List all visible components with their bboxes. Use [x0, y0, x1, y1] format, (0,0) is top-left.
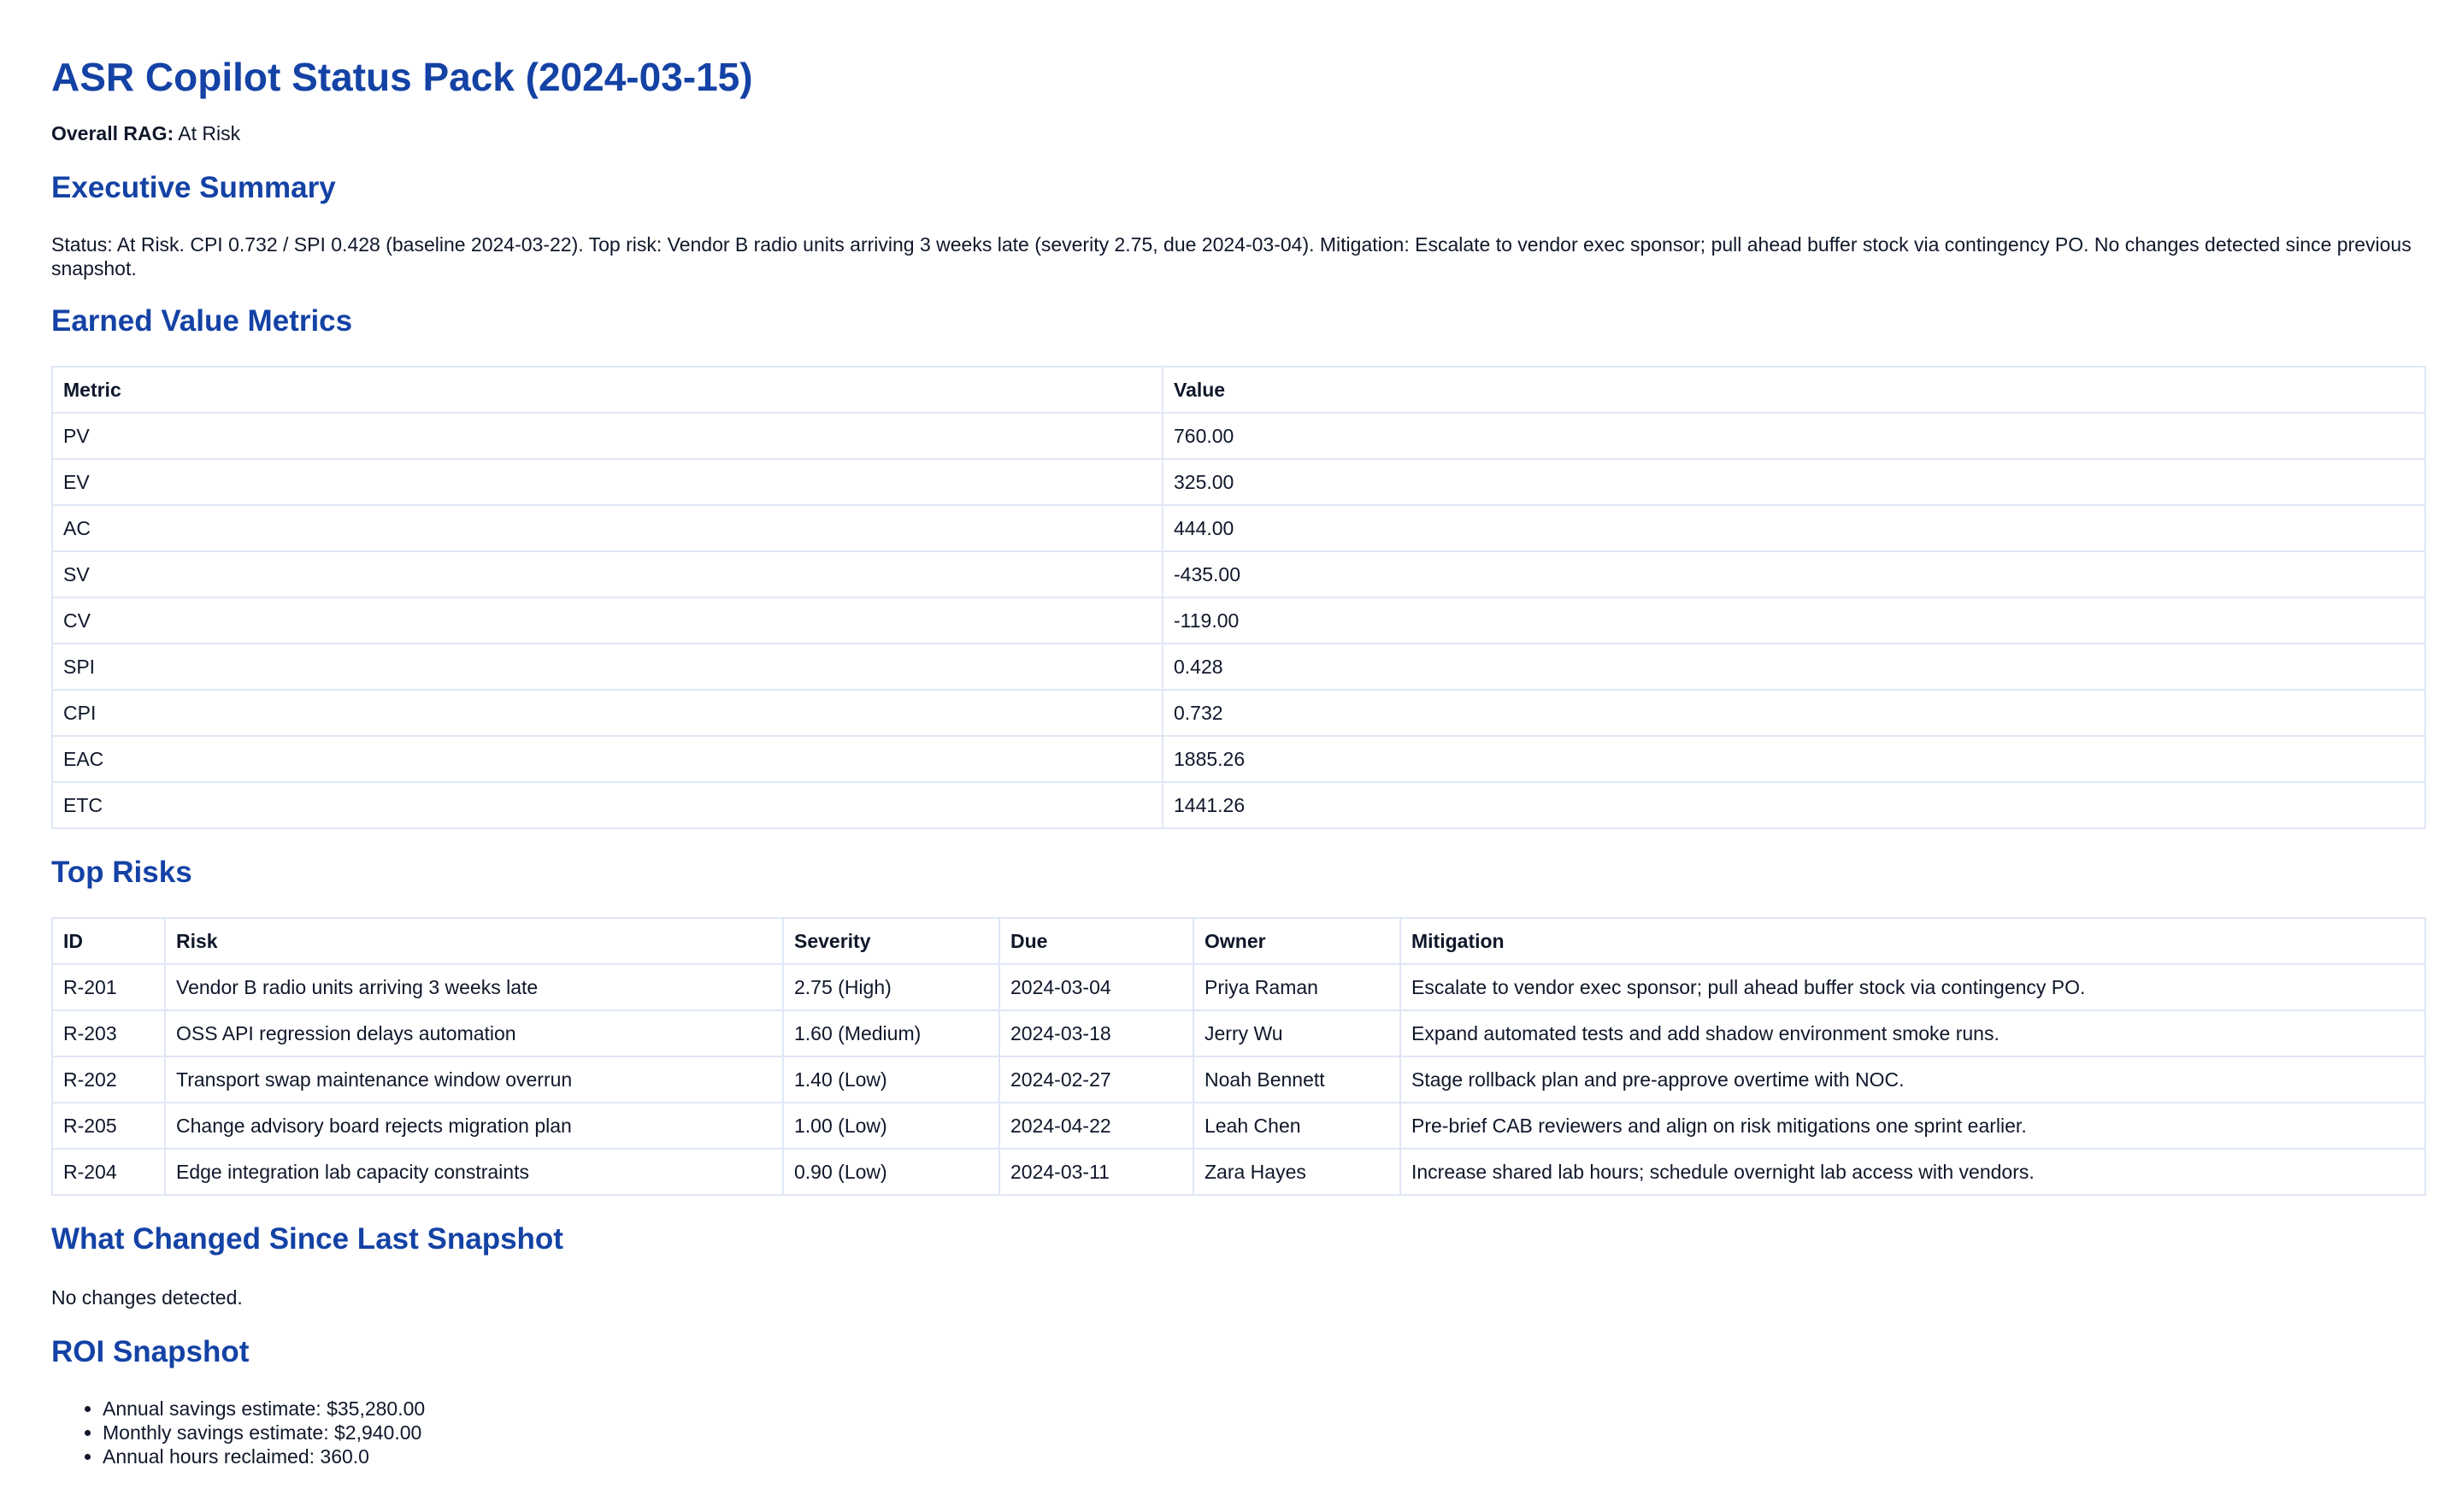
earned-value-header-row: Metric Value	[51, 366, 2426, 414]
risk-id-cell: R-205	[51, 1102, 166, 1150]
executive-summary-text: Status: At Risk. CPI 0.732 / SPI 0.428 (…	[51, 233, 2412, 279]
value-cell: 1885.26	[1162, 735, 2426, 783]
overall-rag: Overall RAG: At Risk	[51, 121, 2411, 145]
column-header: Owner	[1193, 917, 1401, 965]
value-cell: 760.00	[1162, 412, 2426, 460]
due-cell: 2024-03-11	[998, 1148, 1194, 1196]
risk-cell: OSS API regression delays automation	[164, 1009, 784, 1057]
page-title: ASR Copilot Status Pack (2024-03-15)	[51, 55, 753, 99]
status-pack-page: ASR Copilot Status Pack (2024-03-15) Ove…	[0, 0, 2462, 1512]
top-risks-table: ID Risk Severity Due Owner Mitigation R-…	[51, 917, 2426, 1196]
column-header: Metric	[51, 366, 1163, 414]
risk-id-cell: R-201	[51, 963, 166, 1011]
mitigation-cell: Stage rollback plan and pre-approve over…	[1399, 1056, 2426, 1103]
column-header: ID	[51, 917, 166, 965]
column-header: Risk	[164, 917, 784, 965]
roi-list: Annual savings estimate: $35,280.00 Mont…	[51, 1397, 2411, 1468]
metric-cell: PV	[51, 412, 1163, 460]
column-header: Due	[998, 917, 1194, 965]
list-item: Annual savings estimate: $35,280.00	[103, 1397, 2411, 1421]
risk-id-cell: R-203	[51, 1009, 166, 1057]
column-header: Severity	[782, 917, 1000, 965]
risk-cell: Vendor B radio units arriving 3 weeks la…	[164, 963, 784, 1011]
owner-cell: Priya Raman	[1193, 963, 1401, 1011]
value-cell: -119.00	[1162, 597, 2426, 644]
top-risks-header-row: ID Risk Severity Due Owner Mitigation	[51, 917, 2426, 965]
table-row: EV 325.00	[51, 458, 2426, 506]
table-row: SPI 0.428	[51, 643, 2426, 691]
table-row: SV -435.00	[51, 550, 2426, 598]
table-row: PV 760.00	[51, 412, 2426, 460]
column-header: Mitigation	[1399, 917, 2426, 965]
earned-value-table: Metric Value PV 760.00 EV 325.00 AC 444.00 …	[51, 366, 2426, 829]
owner-cell: Noah Bennett	[1193, 1056, 1401, 1103]
owner-cell: Jerry Wu	[1193, 1009, 1401, 1057]
due-cell: 2024-04-22	[998, 1102, 1194, 1150]
table-row: EAC 1885.26	[51, 735, 2426, 783]
table-row: CPI 0.732	[51, 689, 2426, 737]
metric-cell: ETC	[51, 781, 1163, 829]
overall-rag-value: At Risk	[178, 122, 241, 144]
risk-cell: Transport swap maintenance window overru…	[164, 1056, 784, 1103]
severity-cell: 1.40 (Low)	[782, 1056, 1000, 1103]
value-cell: -435.00	[1162, 550, 2426, 598]
value-cell: 1441.26	[1162, 781, 2426, 829]
severity-cell: 1.00 (Low)	[782, 1102, 1000, 1150]
severity-cell: 0.90 (Low)	[782, 1148, 1000, 1196]
due-cell: 2024-02-27	[998, 1056, 1194, 1103]
due-cell: 2024-03-04	[998, 963, 1194, 1011]
table-row: R-203 OSS API regression delays automati…	[51, 1009, 2426, 1057]
owner-cell: Zara Hayes	[1193, 1148, 1401, 1196]
table-row: ETC 1441.26	[51, 781, 2426, 829]
risk-cell: Edge integration lab capacity constraint…	[164, 1148, 784, 1196]
value-cell: 444.00	[1162, 504, 2426, 552]
value-cell: 0.732	[1162, 689, 2426, 737]
mitigation-cell: Escalate to vendor exec sponsor; pull ah…	[1399, 963, 2426, 1011]
metric-cell: CV	[51, 597, 1163, 644]
metric-cell: EAC	[51, 735, 1163, 783]
executive-summary-heading: Executive Summary	[51, 171, 336, 204]
metric-cell: CPI	[51, 689, 1163, 737]
metric-cell: SPI	[51, 643, 1163, 691]
column-header: Value	[1162, 366, 2426, 414]
severity-cell: 1.60 (Medium)	[782, 1009, 1000, 1057]
table-row: R-201 Vendor B radio units arriving 3 we…	[51, 963, 2426, 1011]
metric-cell: EV	[51, 458, 1163, 506]
what-changed-heading: What Changed Since Last Snapshot	[51, 1222, 563, 1256]
mitigation-cell: Expand automated tests and add shadow en…	[1399, 1009, 2426, 1057]
mitigation-cell: Increase shared lab hours; schedule over…	[1399, 1148, 2426, 1196]
what-changed-text: No changes detected.	[51, 1286, 243, 1309]
top-risks-heading: Top Risks	[51, 856, 192, 889]
table-row: R-205 Change advisory board rejects migr…	[51, 1102, 2426, 1150]
list-item: Annual hours reclaimed: 360.0	[103, 1444, 2411, 1468]
owner-cell: Leah Chen	[1193, 1102, 1401, 1150]
risk-cell: Change advisory board rejects migration …	[164, 1102, 784, 1150]
severity-cell: 2.75 (High)	[782, 963, 1000, 1011]
roi-heading: ROI Snapshot	[51, 1335, 250, 1368]
metric-cell: AC	[51, 504, 1163, 552]
value-cell: 325.00	[1162, 458, 2426, 506]
table-row: R-202 Transport swap maintenance window …	[51, 1056, 2426, 1103]
risk-id-cell: R-204	[51, 1148, 166, 1196]
mitigation-cell: Pre-brief CAB reviewers and align on ris…	[1399, 1102, 2426, 1150]
earned-value-heading: Earned Value Metrics	[51, 304, 353, 338]
table-row: AC 444.00	[51, 504, 2426, 552]
value-cell: 0.428	[1162, 643, 2426, 691]
table-row: CV -119.00	[51, 597, 2426, 644]
table-row: R-204 Edge integration lab capacity cons…	[51, 1148, 2426, 1196]
overall-rag-label: Overall RAG:	[51, 122, 174, 144]
due-cell: 2024-03-18	[998, 1009, 1194, 1057]
metric-cell: SV	[51, 550, 1163, 598]
list-item: Monthly savings estimate: $2,940.00	[103, 1421, 2411, 1444]
risk-id-cell: R-202	[51, 1056, 166, 1103]
